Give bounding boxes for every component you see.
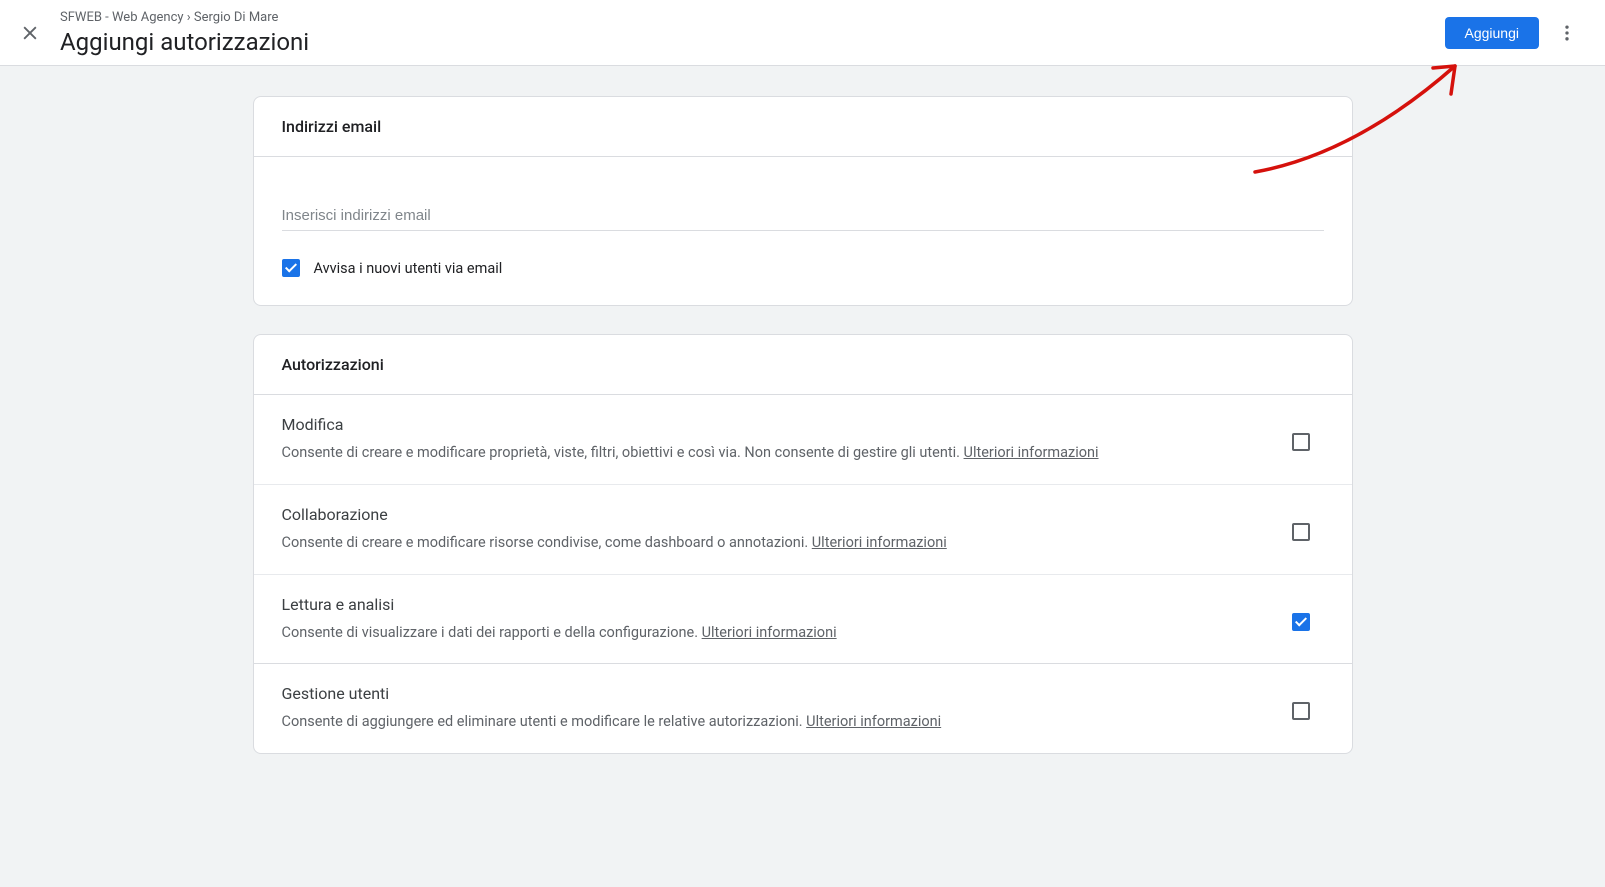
permission-checkbox[interactable] — [1292, 613, 1310, 631]
email-card-title: Indirizzi email — [254, 97, 1352, 157]
permission-title: Gestione utenti — [282, 684, 1272, 703]
permissions-card: Autorizzazioni Modifica Consente di crear… — [253, 334, 1353, 754]
permission-title: Modifica — [282, 415, 1272, 434]
header-titles: SFWEB - Web Agency › Sergio Di Mare Aggi… — [60, 10, 1445, 56]
more-vert-icon — [1557, 23, 1577, 43]
permission-checkbox[interactable] — [1292, 433, 1310, 451]
permission-row: Modifica Consente di creare e modificare … — [254, 395, 1352, 484]
page-title: Aggiungi autorizzazioni — [60, 28, 1445, 56]
more-menu-button[interactable] — [1547, 13, 1587, 53]
permission-row: Collaborazione Consente di creare e modif… — [254, 484, 1352, 574]
permission-checkbox-wrap — [1292, 505, 1324, 541]
permission-text: Modifica Consente di creare e modificare … — [282, 415, 1292, 464]
permission-description: Consente di creare e modificare risorse … — [282, 532, 1272, 554]
content-area: Indirizzi email Avvisa i nuovi utenti vi… — [253, 66, 1353, 822]
breadcrumb-user: Sergio Di Mare — [194, 10, 279, 25]
breadcrumb: SFWEB - Web Agency › Sergio Di Mare — [60, 10, 1445, 26]
permission-description: Consente di visualizzare i dati dei rapp… — [282, 622, 1272, 644]
more-info-link[interactable]: Ulteriori informazioni — [702, 624, 837, 641]
permission-row: Lettura e analisi Consente di visualizzar… — [254, 574, 1352, 664]
permission-description: Consente di creare e modificare propriet… — [282, 442, 1272, 464]
more-info-link[interactable]: Ulteriori informazioni — [964, 444, 1099, 461]
permission-checkbox-wrap — [1292, 684, 1324, 720]
header-bar: SFWEB - Web Agency › Sergio Di Mare Aggi… — [0, 0, 1605, 66]
notify-label: Avvisa i nuovi utenti via email — [314, 260, 503, 277]
permission-text: Lettura e analisi Consente di visualizzar… — [282, 595, 1292, 644]
breadcrumb-account: SFWEB - Web Agency — [60, 10, 184, 25]
more-info-link[interactable]: Ulteriori informazioni — [806, 713, 941, 730]
email-input[interactable] — [282, 201, 1324, 231]
add-button[interactable]: Aggiungi — [1445, 17, 1540, 49]
notify-row: Avvisa i nuovi utenti via email — [282, 259, 1324, 277]
notify-checkbox[interactable] — [282, 259, 300, 277]
permission-checkbox-wrap — [1292, 415, 1324, 451]
email-card: Indirizzi email Avvisa i nuovi utenti vi… — [253, 96, 1353, 306]
more-info-link[interactable]: Ulteriori informazioni — [812, 534, 947, 551]
permission-description: Consente di aggiungere ed eliminare uten… — [282, 711, 1272, 733]
permission-checkbox[interactable] — [1292, 523, 1310, 541]
permission-text: Collaborazione Consente di creare e modif… — [282, 505, 1292, 554]
permission-checkbox[interactable] — [1292, 702, 1310, 720]
permissions-list: Modifica Consente di creare e modificare … — [254, 395, 1352, 753]
close-icon — [20, 23, 40, 43]
close-button[interactable] — [10, 13, 50, 53]
permission-title: Collaborazione — [282, 505, 1272, 524]
permissions-card-title: Autorizzazioni — [254, 335, 1352, 395]
permission-row: Gestione utenti Consente di aggiungere ed… — [254, 663, 1352, 753]
breadcrumb-sep: › — [184, 10, 194, 25]
permission-title: Lettura e analisi — [282, 595, 1272, 614]
permission-text: Gestione utenti Consente di aggiungere ed… — [282, 684, 1292, 733]
permission-checkbox-wrap — [1292, 595, 1324, 631]
